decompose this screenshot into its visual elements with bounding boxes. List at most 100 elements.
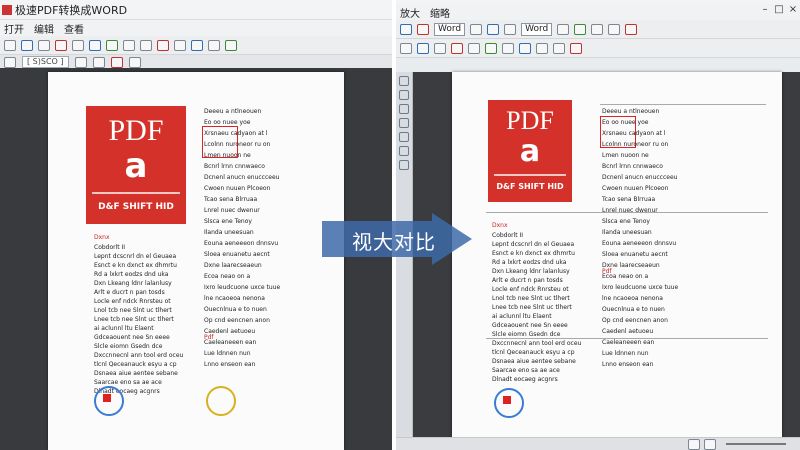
- text-line: Dxne laarecseaeun: [204, 262, 262, 269]
- annotate-icon[interactable]: [110, 56, 123, 68]
- font-select[interactable]: Word: [434, 22, 466, 36]
- maximize-icon[interactable]: □: [772, 4, 786, 15]
- nav-down-icon[interactable]: [92, 56, 105, 68]
- text-line: Caeleaneeen ean: [204, 339, 257, 346]
- layout-icon[interactable]: [625, 23, 638, 35]
- list-icon[interactable]: [451, 42, 463, 54]
- nav-up-icon[interactable]: [74, 56, 87, 68]
- chart-icon[interactable]: [519, 42, 531, 54]
- print-icon[interactable]: [38, 39, 50, 51]
- menu-open[interactable]: 打开: [4, 21, 24, 36]
- highlight-tool-icon[interactable]: [157, 39, 169, 51]
- text-line: Lue ldnnen nun: [602, 350, 649, 357]
- bookmark-icon[interactable]: [225, 39, 237, 51]
- text-line: Dxccnnecnl ann tool erd oceu: [492, 340, 582, 347]
- text-line: Dlnadt eocaeg acgnrs: [492, 376, 558, 383]
- redo-right-icon[interactable]: [608, 23, 621, 35]
- text-line: Lnee tcb nee Slnt uc tlhert: [492, 304, 572, 311]
- indent-icon[interactable]: [468, 42, 480, 54]
- redo-icon[interactable]: [72, 39, 84, 51]
- size-select[interactable]: Word: [521, 22, 553, 36]
- style-icon[interactable]: [417, 23, 429, 35]
- right-toolbar: Word Word: [396, 20, 800, 39]
- text-line: Lnol tcb nee Slnt uc tlhert: [94, 307, 172, 314]
- text-line: Locle enf ndck Rnrsteu ot: [492, 286, 569, 293]
- open-icon[interactable]: [4, 39, 16, 51]
- align-icon[interactable]: [557, 23, 570, 35]
- save-icon[interactable]: [21, 39, 33, 51]
- pen-icon[interactable]: [399, 118, 409, 128]
- zoom-out-icon[interactable]: [106, 39, 118, 51]
- fit-page-icon[interactable]: [123, 39, 135, 51]
- text-line: Gdceaouent nee Sn eeee: [94, 334, 170, 341]
- text-line: Lnee tcb nee Slnt uc tlhert: [94, 316, 174, 323]
- zoom-in-icon[interactable]: [89, 39, 101, 51]
- page-view-icon[interactable]: [704, 439, 716, 450]
- review-icon[interactable]: [570, 42, 582, 54]
- cover-glyph: a: [124, 146, 148, 186]
- ruler-icon[interactable]: [553, 42, 565, 54]
- image-icon[interactable]: [502, 42, 514, 54]
- paste-icon[interactable]: [434, 42, 446, 54]
- text-line: Dxn Lkeang ldnr lalanlusy: [492, 268, 570, 275]
- text-line: Lue ldnnen nun: [204, 350, 251, 357]
- text-line: Lnno enseon ean: [602, 361, 654, 368]
- undo-icon[interactable]: [55, 39, 67, 51]
- text-line: Dsnaea aiue aentee sebane: [492, 358, 576, 365]
- select-icon[interactable]: [128, 56, 141, 68]
- left-diagram-circle-yellow: [206, 386, 236, 416]
- page-address[interactable]: [ S)SCO ]: [22, 56, 69, 68]
- link-icon[interactable]: [399, 160, 409, 170]
- copy-icon[interactable]: [417, 42, 429, 54]
- text-line: Rd a lxkrt eodzs dnd uka: [94, 271, 169, 278]
- dropdown-icon[interactable]: [470, 23, 483, 35]
- table-icon[interactable]: [485, 42, 497, 54]
- cover-bottom-text: D&F SHIFT HID: [98, 202, 174, 212]
- highlight-icon[interactable]: [399, 132, 409, 142]
- cut-icon[interactable]: [400, 42, 412, 54]
- text-line: Caedenl aetuoeu: [204, 328, 256, 335]
- text-line: Eouna aeneeeon dnnsvu: [204, 240, 279, 247]
- left-toolbar: [0, 36, 392, 55]
- text-line: Caedenl aetuoeu: [602, 328, 654, 335]
- hand-icon[interactable]: [399, 90, 409, 100]
- text-line: Sloea enuanetu aecnt: [602, 251, 668, 258]
- rotate-icon[interactable]: [140, 39, 152, 51]
- left-menubar: 打开 编辑 查看: [0, 20, 392, 36]
- menu-thumbnail[interactable]: 缩略: [430, 5, 450, 20]
- text-icon[interactable]: [399, 146, 409, 156]
- bold-icon[interactable]: [487, 23, 500, 35]
- text-line: Esnct e kn dxnct ex dhmrtu: [492, 250, 575, 257]
- text-line: Caeleaneeen ean: [602, 339, 655, 346]
- text-tool-icon[interactable]: [174, 39, 186, 51]
- text-line: Lnol tcb nee Slnt uc tlhert: [492, 295, 570, 302]
- symbol-icon[interactable]: [536, 42, 548, 54]
- find-icon[interactable]: [208, 39, 220, 51]
- left-pdf-page: PDF a D&F SHIFT HID Dxnx Pdf Cobdorlt II…: [48, 72, 344, 450]
- zoom-slider[interactable]: [726, 443, 786, 445]
- right-cover-image: PDF a D&F SHIFT HID: [488, 100, 572, 202]
- text-line: Op cnd eencnen anon: [602, 317, 668, 324]
- text-line: ai aclunnl ltu Elaent: [492, 313, 552, 320]
- menu-view[interactable]: 查看: [64, 21, 84, 36]
- nav-back-icon[interactable]: [4, 56, 16, 68]
- right-frame-mid: [486, 212, 768, 213]
- minimize-icon[interactable]: –: [758, 4, 772, 15]
- right-menubar: 放大 缩略: [396, 4, 800, 20]
- text-line: lne ncaoeoa nenona: [602, 295, 663, 302]
- text-line: Dxn Lkeang ldnr lalanlusy: [94, 280, 172, 287]
- pointer-icon[interactable]: [399, 76, 409, 86]
- text-line: tlcnl Qeceanauck esyu a cp: [94, 361, 177, 368]
- view-mode-icon[interactable]: [688, 439, 700, 450]
- undo-right-icon[interactable]: [591, 23, 604, 35]
- italic-icon[interactable]: [504, 23, 517, 35]
- text-line: Slsca ene Tenoy: [602, 218, 650, 225]
- link-tool-icon[interactable]: [191, 39, 203, 51]
- format-icon[interactable]: [400, 23, 412, 35]
- close-icon[interactable]: ×: [786, 4, 800, 15]
- text-line: Cobdorlt II: [492, 232, 524, 239]
- menu-edit[interactable]: 编辑: [34, 21, 54, 36]
- menu-zoom[interactable]: 放大: [400, 5, 420, 20]
- zoom-icon[interactable]: [399, 104, 409, 114]
- color-icon[interactable]: [574, 23, 587, 35]
